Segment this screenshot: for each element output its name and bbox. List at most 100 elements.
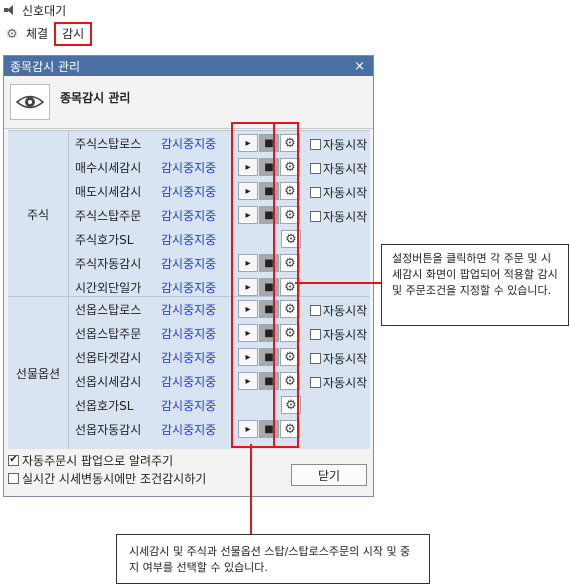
auto-start-checkbox[interactable] bbox=[310, 187, 321, 198]
monitor-row: 선옵스탑주문 감시중지중 bbox=[69, 321, 241, 345]
row-status: 감시중지중 bbox=[161, 232, 217, 247]
stop-button[interactable]: ■ bbox=[259, 254, 279, 272]
realtime-only-checkbox[interactable] bbox=[8, 472, 19, 484]
monitor-row: 선옵스탑로스 감시중지중 bbox=[69, 297, 241, 321]
auto-start-option[interactable]: 자동시작 bbox=[310, 184, 367, 201]
bottom-options: ✔ 자동주문시 팝업으로 알려주기 실시간 시세변동시에만 조건감시하기 bbox=[8, 451, 206, 487]
monitor-row: 주식호가SL 감시중지중 bbox=[69, 227, 241, 251]
row-name: 선옵자동감시 bbox=[75, 422, 142, 437]
auto-start-label: 자동시작 bbox=[323, 162, 368, 176]
settings-gear-button[interactable]: ⚙ bbox=[280, 158, 300, 176]
auto-start-checkbox[interactable] bbox=[310, 139, 321, 150]
auto-start-label: 자동시작 bbox=[323, 328, 368, 342]
row-controls: ▸ ■ ⚙ bbox=[238, 348, 300, 366]
settings-gear-button[interactable]: ⚙ bbox=[280, 278, 300, 296]
auto-start-option[interactable]: 자동시작 bbox=[310, 160, 367, 177]
row-controls: ▸ ■ ⚙ bbox=[238, 372, 300, 390]
play-button[interactable]: ▸ bbox=[238, 372, 258, 390]
play-button[interactable]: ▸ bbox=[238, 300, 258, 318]
popup-notify-option[interactable]: ✔ 자동주문시 팝업으로 알려주기 bbox=[8, 451, 206, 469]
row-controls: ▸ ■ ⚙ bbox=[238, 278, 300, 296]
monitor-row: 주식스탑주문 감시중지중 bbox=[69, 203, 241, 227]
settings-gear-button[interactable]: ⚙ bbox=[280, 182, 300, 200]
stop-button[interactable]: ■ bbox=[259, 372, 279, 390]
play-button[interactable]: ▸ bbox=[238, 254, 258, 272]
monitor-row: 선옵자동감시 감시중지중 bbox=[69, 417, 241, 441]
auto-start-label: 자동시작 bbox=[323, 352, 368, 366]
stop-button[interactable]: ■ bbox=[259, 134, 279, 152]
settings-gear-button[interactable]: ⚙ bbox=[280, 372, 300, 390]
gear-icon[interactable]: ⚙ bbox=[4, 27, 20, 42]
close-button[interactable]: 닫기 bbox=[291, 464, 367, 486]
realtime-only-option[interactable]: 실시간 시세변동시에만 조건감시하기 bbox=[8, 469, 206, 487]
auto-start-label: 자동시작 bbox=[323, 138, 368, 152]
settings-gear-button[interactable]: ⚙ bbox=[280, 300, 300, 318]
play-button[interactable]: ▸ bbox=[238, 206, 258, 224]
settings-gear-button[interactable]: ⚙ bbox=[281, 230, 301, 248]
eye-icon bbox=[10, 84, 50, 120]
play-button[interactable]: ▸ bbox=[238, 134, 258, 152]
realtime-only-label: 실시간 시세변동시에만 조건감시하기 bbox=[22, 471, 207, 486]
play-button[interactable]: ▸ bbox=[238, 324, 258, 342]
settings-gear-button[interactable]: ⚙ bbox=[280, 420, 300, 438]
row-status: 감시중지중 bbox=[161, 326, 217, 341]
row-controls: ▸ ■ ⚙ bbox=[238, 254, 300, 272]
row-controls: ▸ ■ ⚙ bbox=[238, 182, 300, 200]
auto-start-option[interactable]: 자동시작 bbox=[310, 208, 367, 225]
stop-button[interactable]: ■ bbox=[259, 348, 279, 366]
futures-section: 선물옵션 선옵스탑로스 감시중지중 ▸ ■ ⚙ 자동시작 선옵스탑주문 감시중지중 ▸ ■ ⚙ 자동시… bbox=[8, 296, 370, 449]
tab-execution[interactable]: 체결 bbox=[20, 25, 54, 43]
settings-gear-button[interactable]: ⚙ bbox=[280, 206, 300, 224]
row-status: 감시중지중 bbox=[161, 136, 217, 151]
stop-button[interactable]: ■ bbox=[259, 182, 279, 200]
auto-start-checkbox[interactable] bbox=[310, 163, 321, 174]
monitor-row: 선옵시세감시 감시중지중 bbox=[69, 369, 241, 393]
settings-gear-button[interactable]: ⚙ bbox=[280, 134, 300, 152]
settings-gear-button[interactable]: ⚙ bbox=[281, 396, 301, 414]
play-button[interactable]: ▸ bbox=[238, 348, 258, 366]
close-icon[interactable]: × bbox=[354, 59, 365, 74]
stop-button[interactable]: ■ bbox=[259, 300, 279, 318]
stop-button[interactable]: ■ bbox=[259, 278, 279, 296]
auto-start-label: 자동시작 bbox=[323, 186, 368, 200]
row-controls: ▸ ■ ⚙ bbox=[238, 300, 300, 318]
auto-start-checkbox[interactable] bbox=[310, 211, 321, 222]
auto-start-option[interactable]: 자동시작 bbox=[310, 374, 367, 391]
auto-start-label: 자동시작 bbox=[323, 376, 368, 390]
row-status: 감시중지중 bbox=[161, 208, 217, 223]
stop-button[interactable]: ■ bbox=[259, 324, 279, 342]
stop-button[interactable]: ■ bbox=[259, 206, 279, 224]
play-button[interactable]: ▸ bbox=[238, 182, 258, 200]
settings-gear-button[interactable]: ⚙ bbox=[280, 348, 300, 366]
auto-start-option[interactable]: 자동시작 bbox=[310, 326, 367, 343]
row-name: 매도시세감시 bbox=[75, 184, 142, 199]
tab-monitor[interactable]: 감시 bbox=[54, 22, 93, 46]
auto-start-option[interactable]: 자동시작 bbox=[310, 136, 367, 153]
auto-start-option[interactable]: 자동시작 bbox=[310, 350, 367, 367]
row-controls: ▸ ■ ⚙ bbox=[238, 206, 300, 224]
row-name: 선옵스탑로스 bbox=[75, 302, 142, 317]
stock-group-label: 주식 bbox=[8, 131, 69, 297]
play-button[interactable]: ▸ bbox=[238, 158, 258, 176]
row-name: 주식자동감시 bbox=[75, 256, 142, 271]
stop-button[interactable]: ■ bbox=[259, 420, 279, 438]
settings-gear-button[interactable]: ⚙ bbox=[280, 324, 300, 342]
play-button[interactable]: ▸ bbox=[238, 278, 258, 296]
row-controls: ⚙ bbox=[238, 396, 301, 414]
auto-start-checkbox[interactable] bbox=[310, 377, 321, 388]
auto-start-checkbox[interactable] bbox=[310, 329, 321, 340]
row-status: 감시중지중 bbox=[161, 422, 217, 437]
auto-start-checkbox[interactable] bbox=[310, 305, 321, 316]
row-controls: ▸ ■ ⚙ bbox=[238, 324, 300, 342]
row-name: 매수시세감시 bbox=[75, 160, 142, 175]
auto-start-checkbox[interactable] bbox=[310, 353, 321, 364]
popup-notify-checkbox[interactable]: ✔ bbox=[8, 454, 19, 466]
auto-start-option[interactable]: 자동시작 bbox=[310, 302, 367, 319]
row-name: 선옵스탑주문 bbox=[75, 326, 142, 341]
play-button[interactable]: ▸ bbox=[238, 420, 258, 438]
settings-gear-button[interactable]: ⚙ bbox=[280, 254, 300, 272]
stop-button[interactable]: ■ bbox=[259, 158, 279, 176]
window-header: 종목감시 관리 bbox=[4, 76, 373, 129]
monitor-row: 매수시세감시 감시중지중 bbox=[69, 155, 241, 179]
row-status: 감시중지중 bbox=[161, 398, 217, 413]
